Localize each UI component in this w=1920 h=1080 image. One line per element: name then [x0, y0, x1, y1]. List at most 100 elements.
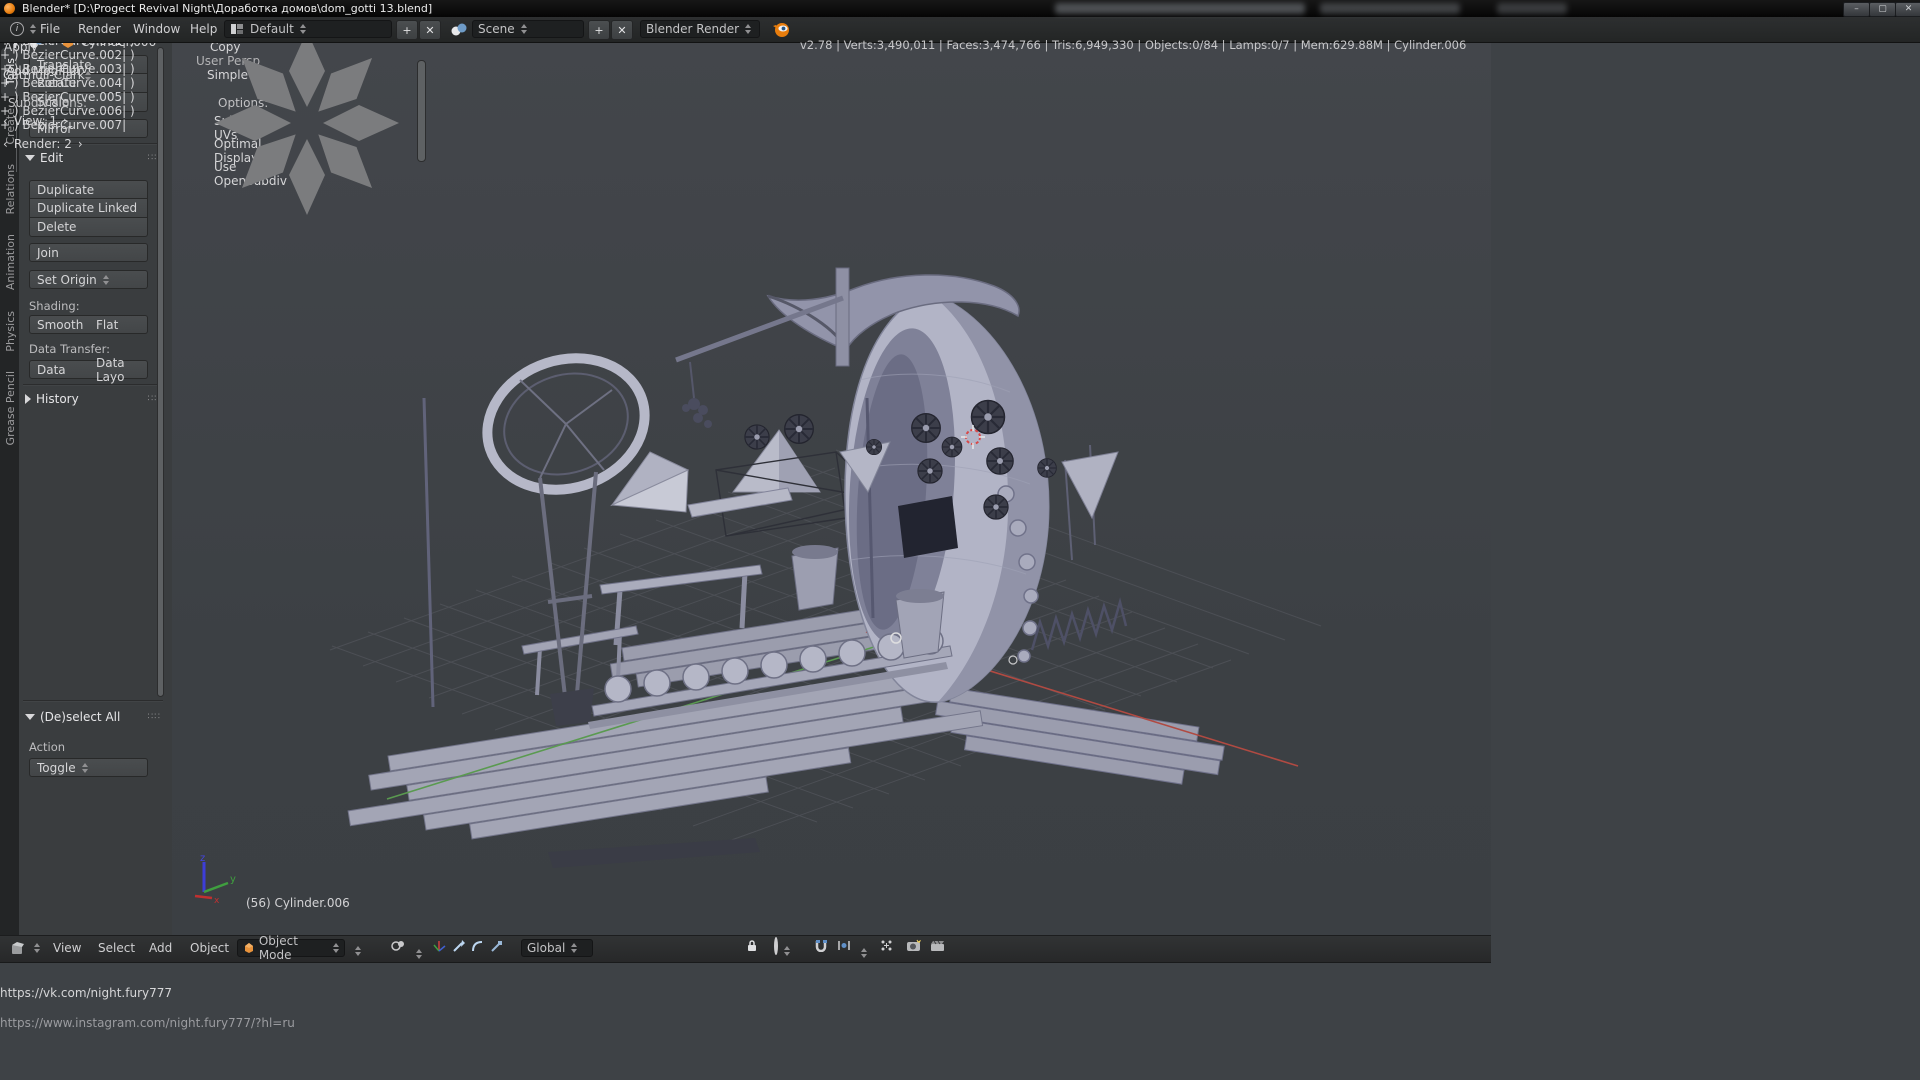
translate-manipulator-button[interactable] [452, 939, 471, 959]
window-title: Blender* [D:\Progect Revival Night\Дораб… [22, 2, 432, 15]
minimize-button[interactable]: – [1843, 2, 1870, 17]
blender-app-icon [4, 3, 15, 14]
blurred-window-fragment [1320, 3, 1460, 14]
opengl-render-button[interactable] [906, 939, 928, 959]
mode-selector[interactable]: Object Mode [237, 939, 345, 957]
edit-panel-header[interactable]: Edit∷∷ [25, 151, 161, 165]
bucket [896, 589, 944, 658]
manipulator-toggle[interactable] [433, 939, 452, 959]
data-button[interactable]: Data [29, 360, 90, 379]
scale-manipulator-button[interactable] [490, 939, 509, 959]
updown-arrows-icon [416, 949, 422, 959]
delete-button[interactable]: Delete [29, 218, 148, 237]
layout-value: Default [250, 22, 294, 36]
close-button[interactable]: ✕ [1895, 2, 1920, 17]
axis-gizmo: z y x [182, 854, 242, 910]
duplicate-button[interactable]: Duplicate [29, 180, 148, 199]
tab-animation[interactable]: Animation [1, 226, 19, 298]
view-subdivisions-field[interactable]: ‹View: 1› [3, 114, 205, 128]
scene-value: Scene [478, 22, 515, 36]
proportional-circle-icon [774, 937, 778, 955]
add-scene-button[interactable]: + [588, 20, 610, 40]
tab-physics[interactable]: Physics [1, 302, 19, 360]
object-menu[interactable]: Object [190, 941, 229, 955]
redo-panel-header[interactable]: (De)select All∷∷ [25, 710, 161, 724]
scene-selector[interactable]: Scene [472, 20, 584, 38]
add-menu[interactable]: Add [149, 941, 172, 955]
orientation-selector[interactable]: Global [521, 939, 593, 957]
pivot-selector[interactable] [390, 939, 422, 959]
spike-fence [1032, 602, 1126, 650]
updown-arrows-icon [34, 943, 40, 953]
editor-type-icon[interactable] [10, 941, 26, 957]
tab-grease-pencil[interactable]: Grease Pencil [1, 364, 19, 452]
object-mode-icon [243, 942, 254, 954]
flower [942, 437, 962, 457]
axis-widget-icon [433, 939, 446, 953]
viewport-shading-selector[interactable] [349, 939, 361, 959]
blurred-window-fragment [1055, 3, 1305, 14]
add-layout-button[interactable]: + [396, 20, 418, 40]
rotate-manipulator-button[interactable] [471, 939, 490, 959]
flower [918, 459, 942, 483]
data-layout-button[interactable]: Data Layo [89, 360, 148, 379]
delete-scene-button[interactable]: ✕ [611, 20, 633, 40]
flower [987, 448, 1013, 474]
render-engine-selector[interactable]: Blender Render [640, 20, 760, 38]
vk-url-watermark: https://vk.com/night.fury777 [0, 986, 172, 1000]
viewport-header: View Select Add Object Object Mode [0, 935, 1491, 963]
shade-flat-button[interactable]: Flat [89, 315, 148, 334]
shade-smooth-button[interactable]: Smooth [29, 315, 90, 334]
flower [912, 414, 941, 443]
lock-icon [746, 939, 758, 952]
render-subdivisions-field[interactable]: ‹Render: 2› [3, 137, 205, 151]
snap-toggle-button[interactable] [815, 939, 835, 959]
snap-element-selector[interactable] [837, 939, 867, 959]
blender-logo-icon [772, 21, 790, 38]
flower [1038, 459, 1057, 478]
select-menu[interactable]: Select [98, 941, 135, 955]
menu-render[interactable]: Render [78, 22, 121, 36]
set-origin-dropdown[interactable]: Set Origin [29, 270, 148, 289]
scene-icon [450, 22, 468, 37]
delete-layout-button[interactable]: ✕ [419, 20, 441, 40]
updown-arrows-icon [571, 943, 577, 953]
catmull-clark-button[interactable]: Catmull-Clark [3, 68, 207, 88]
orientation-value: Global [527, 941, 565, 955]
info-header: i File Render Window Help Default + ✕ Sc… [0, 17, 1920, 43]
lock-to-scene-button[interactable] [746, 939, 766, 959]
collapse-icon [25, 155, 35, 161]
blurred-window-fragment [1497, 3, 1567, 14]
screen-layout-selector[interactable]: Default [224, 20, 392, 38]
pivot-icon [390, 939, 406, 953]
object-origin [1009, 656, 1017, 664]
opengl-render-anim-button[interactable] [930, 939, 952, 959]
title-bar[interactable]: Blender* [D:\Progect Revival Night\Дораб… [0, 0, 1920, 17]
duplicate-linked-button[interactable]: Duplicate Linked [29, 199, 148, 218]
apply-button[interactable]: Apply [4, 40, 204, 61]
data-transfer-label: Data Transfer: [29, 342, 110, 356]
updown-arrows-icon [333, 943, 339, 953]
proportional-edit-selector[interactable] [774, 939, 790, 959]
menu-file[interactable]: File [40, 22, 60, 36]
flower [972, 401, 1005, 434]
updown-arrows-icon [355, 946, 361, 956]
flower [984, 495, 1008, 519]
ring-base [550, 688, 594, 726]
hanging-lantern [682, 362, 712, 428]
history-panel-header[interactable]: History∷∷ [25, 392, 161, 406]
menu-help[interactable]: Help [190, 22, 217, 36]
menu-window[interactable]: Window [133, 22, 180, 36]
updown-arrows-icon [300, 24, 306, 34]
render-camera-icon [906, 939, 921, 952]
view-menu[interactable]: View [53, 941, 81, 955]
action-dropdown[interactable]: Toggle [29, 758, 148, 777]
snap-increment-icon [837, 939, 851, 952]
ring-spokes [520, 380, 612, 478]
updown-arrows-icon [82, 763, 88, 773]
join-button[interactable]: Join [29, 243, 148, 262]
maximize-button[interactable]: ▢ [1869, 2, 1896, 17]
manipulate-centers-button[interactable] [880, 939, 900, 959]
panel-grip-icon[interactable]: ∷∷ [148, 712, 161, 722]
blender-menu-button[interactable]: i [10, 22, 36, 36]
